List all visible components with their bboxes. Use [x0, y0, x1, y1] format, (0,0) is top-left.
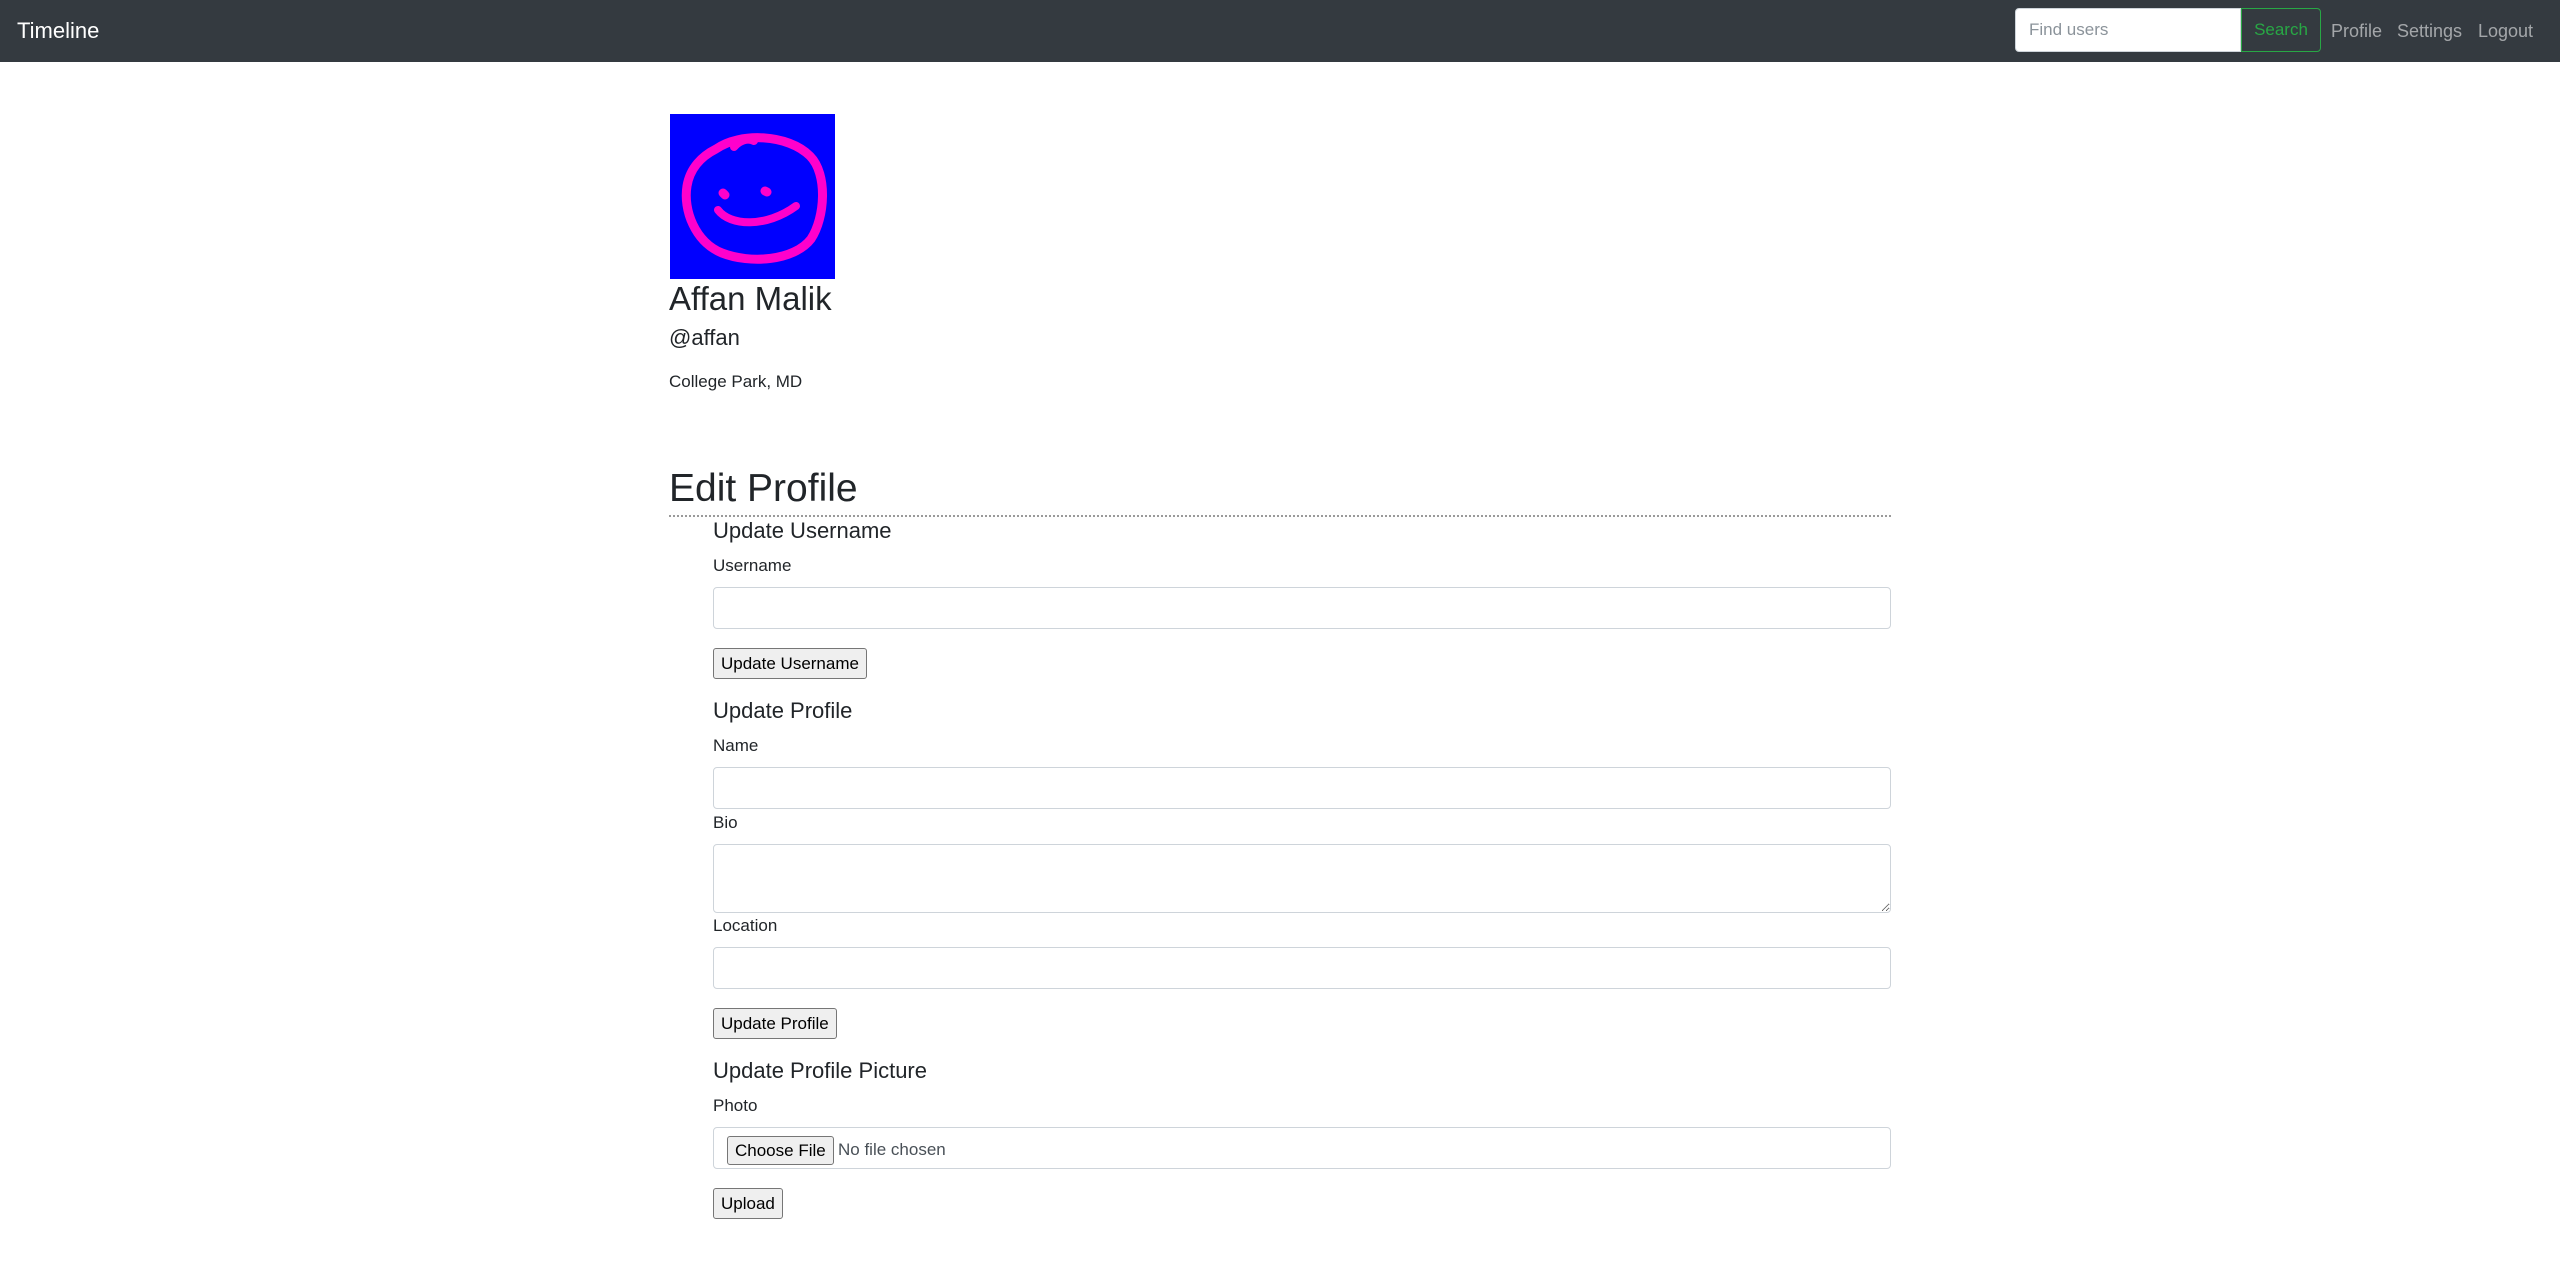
- top-navbar: Timeline Search Profile Settings Logout: [0, 0, 2560, 62]
- photo-file-input[interactable]: Choose File No file chosen: [713, 1127, 1891, 1169]
- name-label: Name: [713, 736, 759, 755]
- edit-profile-title: Edit Profile: [669, 467, 858, 510]
- username-label: Username: [713, 556, 792, 575]
- bio-field[interactable]: [713, 844, 1891, 913]
- user-search-input[interactable]: [2015, 8, 2241, 52]
- avatar: [670, 114, 835, 279]
- name-field[interactable]: [713, 767, 1891, 809]
- upload-button[interactable]: Upload: [713, 1188, 783, 1219]
- file-status-text: No file chosen: [838, 1140, 946, 1159]
- smiley-face-drawing-icon: [681, 133, 827, 264]
- search-button[interactable]: Search: [2241, 8, 2321, 52]
- nav-settings-link[interactable]: Settings: [2397, 19, 2462, 43]
- location-field[interactable]: [713, 947, 1891, 989]
- update-username-button[interactable]: Update Username: [713, 648, 867, 679]
- update-profile-button[interactable]: Update Profile: [713, 1008, 837, 1039]
- choose-file-button[interactable]: Choose File: [727, 1136, 834, 1165]
- update-profile-title: Update Profile: [713, 698, 853, 723]
- bio-label: Bio: [713, 813, 738, 832]
- nav-logout-link[interactable]: Logout: [2478, 19, 2533, 43]
- location-label: Location: [713, 916, 778, 935]
- profile-name: Affan Malik: [669, 280, 832, 317]
- photo-label: Photo: [713, 1096, 758, 1115]
- profile-handle: @affan: [669, 325, 740, 350]
- update-profile-picture-title: Update Profile Picture: [713, 1058, 927, 1083]
- nav-profile-link[interactable]: Profile: [2331, 19, 2382, 43]
- brand-link[interactable]: Timeline: [17, 16, 99, 46]
- profile-location: College Park, MD: [669, 372, 803, 391]
- update-username-title: Update Username: [713, 518, 892, 543]
- username-field[interactable]: [713, 587, 1891, 629]
